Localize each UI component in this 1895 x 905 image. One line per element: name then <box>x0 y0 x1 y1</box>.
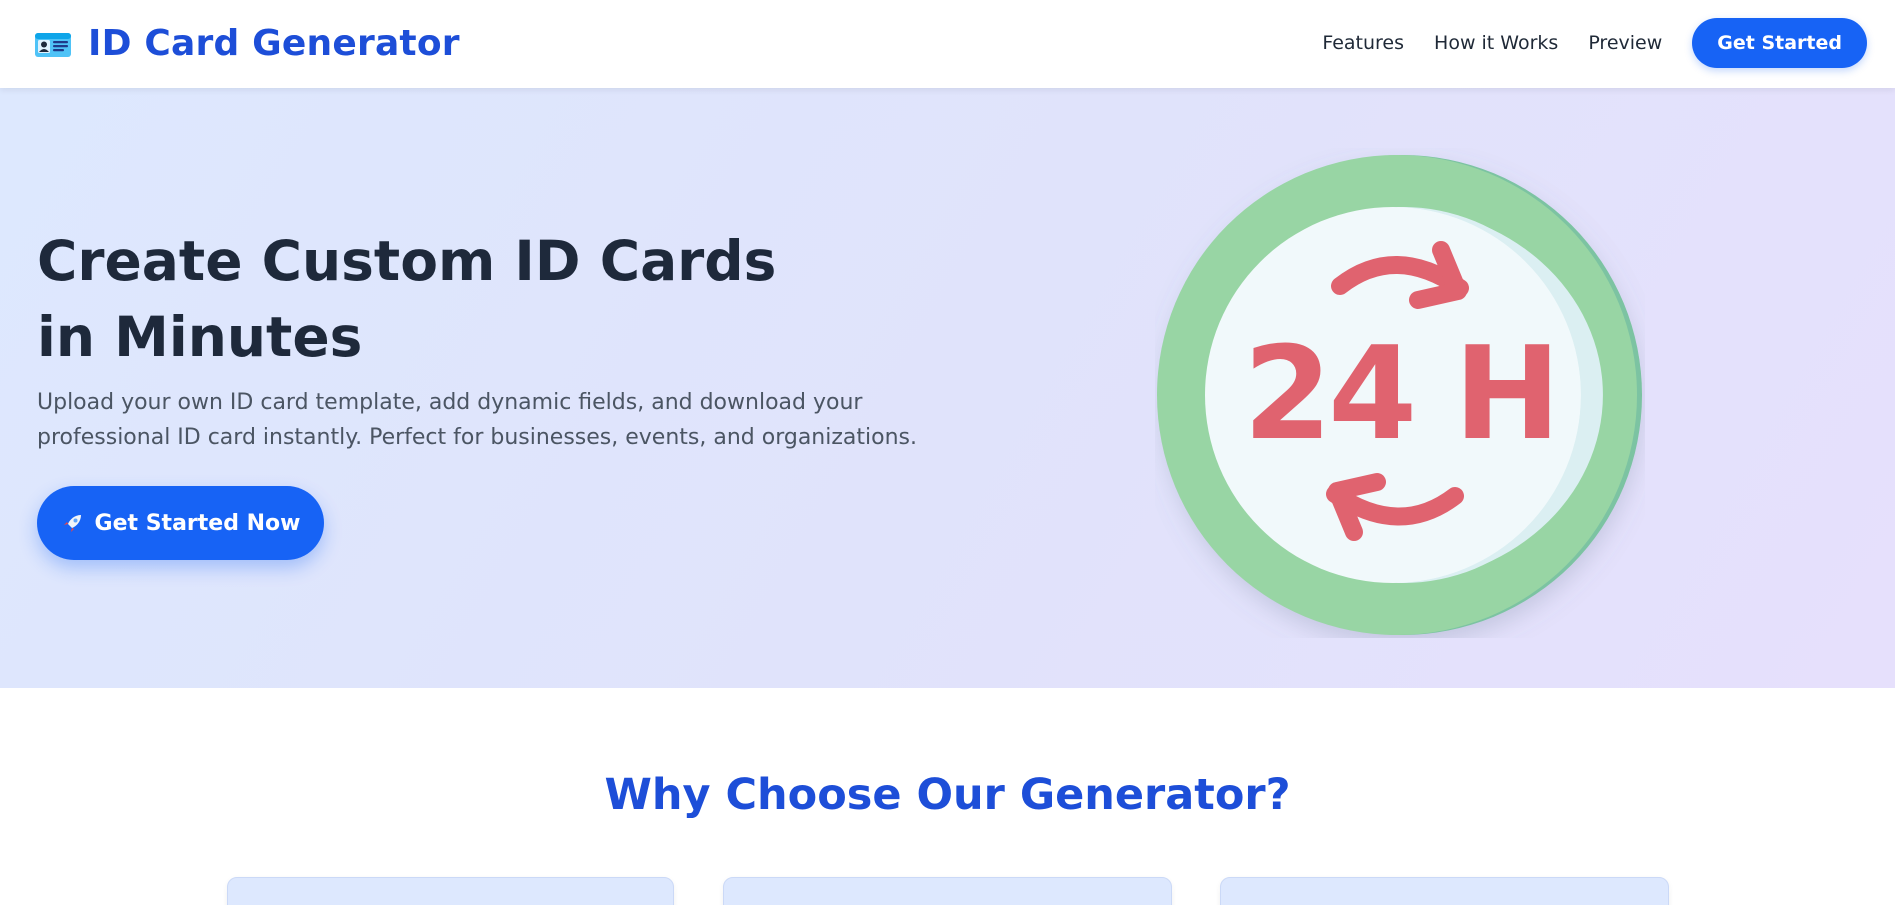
site-header: ID Card Generator Features How it Works … <box>0 0 1895 88</box>
nav-link-preview[interactable]: Preview <box>1588 18 1662 68</box>
nav-link-features[interactable]: Features <box>1322 18 1404 68</box>
get-started-now-label: Get Started Now <box>94 510 301 536</box>
main-nav: Features How it Works Preview Get Starte… <box>1322 18 1867 68</box>
get-started-now-button[interactable]: Get Started Now <box>37 486 324 560</box>
features-title: Why Choose Our Generator? <box>604 770 1291 820</box>
feature-card <box>1220 877 1669 905</box>
hero-title-line-2: in Minutes <box>37 305 363 369</box>
24-hour-icon: 24 H <box>1157 155 1642 635</box>
feature-card <box>723 877 1172 905</box>
badge-text: 24 H <box>1243 320 1557 469</box>
hero-section: Create Custom ID Cards in Minutes Upload… <box>0 88 1895 688</box>
brand-logo[interactable]: ID Card Generator <box>34 22 460 66</box>
hero-subtitle: Upload your own ID card template, add dy… <box>37 390 917 450</box>
hero-title: Create Custom ID Cards in Minutes <box>37 223 937 375</box>
hero-title-line-1: Create Custom ID Cards <box>37 229 777 293</box>
brand-title: ID Card Generator <box>88 23 460 64</box>
id-card-icon <box>35 33 71 57</box>
get-started-button[interactable]: Get Started <box>1692 18 1867 68</box>
rocket-icon <box>63 515 81 532</box>
24-hour-badge: 24 H <box>1155 148 1645 638</box>
nav-link-how-it-works[interactable]: How it Works <box>1434 18 1558 68</box>
feature-card <box>227 877 674 905</box>
